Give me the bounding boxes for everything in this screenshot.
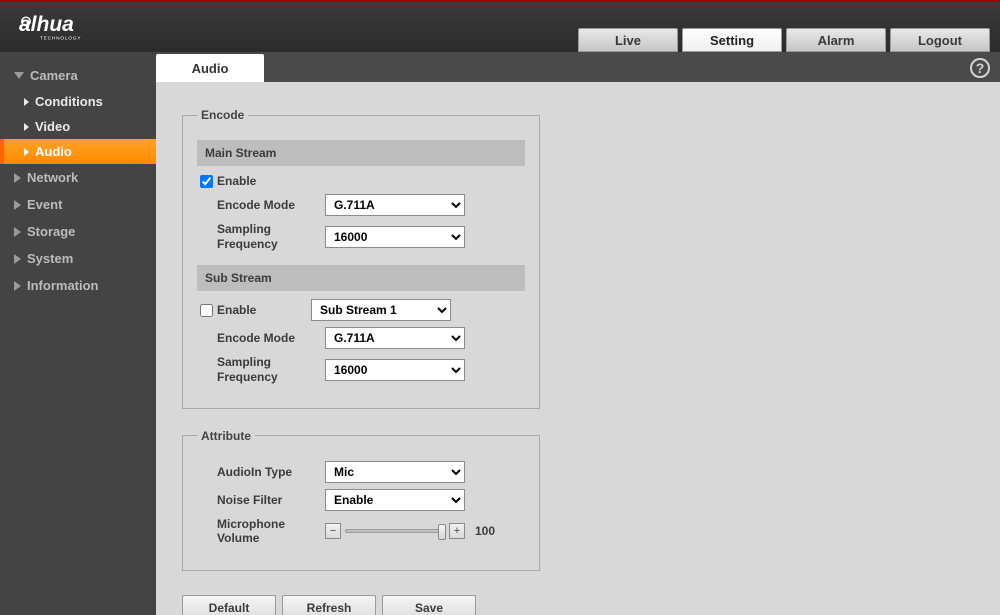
sidebar-label-storage: Storage	[27, 224, 75, 239]
main-mode-row: Encode Mode G.711A	[197, 194, 525, 216]
brand-logo: alhua TECHNOLOGY	[10, 13, 140, 41]
button-row: Default Refresh Save	[182, 595, 974, 615]
save-button[interactable]: Save	[382, 595, 476, 615]
volume-value: 100	[475, 524, 495, 538]
sub-mode-row: Encode Mode G.711A	[197, 327, 525, 349]
noise-row: Noise Filter Enable	[197, 489, 525, 511]
tabstrip: Audio ?	[156, 52, 1000, 82]
sidebar: Camera Conditions Video Audio Network Ev…	[0, 52, 156, 615]
sub-enable-checkbox[interactable]	[200, 304, 213, 317]
chevron-right-icon	[24, 148, 29, 156]
volume-row: Microphone Volume − + 100	[197, 517, 525, 546]
volume-track[interactable]	[345, 529, 445, 533]
tab-audio[interactable]: Audio	[156, 54, 264, 82]
main-enable-checkbox[interactable]	[200, 175, 213, 188]
chevron-right-icon	[14, 173, 21, 183]
volume-slider: − + 100	[325, 523, 525, 539]
main-enable-row: Enable	[197, 174, 525, 188]
main-freq-select[interactable]: 16000	[325, 226, 465, 248]
audioin-row: AudioIn Type Mic	[197, 461, 525, 483]
sub-freq-row: Sampling Frequency 16000	[197, 355, 525, 384]
sidebar-item-event[interactable]: Event	[0, 191, 156, 218]
main-mode-label: Encode Mode	[215, 198, 325, 212]
sidebar-label-system: System	[27, 251, 73, 266]
sidebar-label-video: Video	[35, 119, 70, 134]
sub-mode-select[interactable]: G.711A	[325, 327, 465, 349]
chevron-right-icon	[24, 98, 29, 106]
topbar: alhua TECHNOLOGY Live Setting Alarm Logo…	[0, 0, 1000, 52]
volume-thumb[interactable]	[438, 524, 446, 540]
help-icon[interactable]: ?	[970, 58, 990, 78]
sub-enable-label: Enable	[215, 303, 311, 317]
sub-freq-label: Sampling Frequency	[215, 355, 325, 384]
main-freq-row: Sampling Frequency 16000	[197, 222, 525, 251]
default-button[interactable]: Default	[182, 595, 276, 615]
sidebar-label-conditions: Conditions	[35, 94, 103, 109]
sidebar-item-system[interactable]: System	[0, 245, 156, 272]
content: Audio ? Encode Main Stream Enable Encode…	[156, 52, 1000, 615]
sub-freq-select[interactable]: 16000	[325, 359, 465, 381]
volume-label: Microphone Volume	[215, 517, 325, 546]
settings-panel: Encode Main Stream Enable Encode Mode G.…	[156, 82, 1000, 615]
chevron-right-icon	[14, 227, 21, 237]
main-stream-header: Main Stream	[197, 140, 525, 166]
topnav-logout[interactable]: Logout	[890, 28, 990, 52]
attribute-group: Attribute AudioIn Type Mic Noise Filter	[182, 429, 540, 571]
volume-plus-button[interactable]: +	[449, 523, 465, 539]
topnav-live[interactable]: Live	[578, 28, 678, 52]
refresh-button[interactable]: Refresh	[282, 595, 376, 615]
audioin-label: AudioIn Type	[215, 465, 325, 479]
encode-legend: Encode	[197, 108, 248, 122]
sidebar-item-camera[interactable]: Camera	[0, 62, 156, 89]
sidebar-label-event: Event	[27, 197, 62, 212]
topnav-setting[interactable]: Setting	[682, 28, 782, 52]
sidebar-item-video[interactable]: Video	[0, 114, 156, 139]
sub-stream-select[interactable]: Sub Stream 1	[311, 299, 451, 321]
encode-group: Encode Main Stream Enable Encode Mode G.…	[182, 108, 540, 409]
sidebar-label-network: Network	[27, 170, 78, 185]
main-freq-label: Sampling Frequency	[215, 222, 325, 251]
main-enable-label: Enable	[215, 174, 325, 188]
sidebar-item-information[interactable]: Information	[0, 272, 156, 299]
chevron-right-icon	[14, 254, 21, 264]
logo-icon: alhua TECHNOLOGY	[10, 13, 140, 41]
sidebar-item-storage[interactable]: Storage	[0, 218, 156, 245]
topnav-alarm[interactable]: Alarm	[786, 28, 886, 52]
main-mode-select[interactable]: G.711A	[325, 194, 465, 216]
chevron-down-icon	[14, 72, 24, 79]
sub-stream-header: Sub Stream	[197, 265, 525, 291]
attribute-legend: Attribute	[197, 429, 255, 443]
sidebar-item-conditions[interactable]: Conditions	[0, 89, 156, 114]
chevron-right-icon	[14, 200, 21, 210]
sidebar-label-audio: Audio	[35, 144, 72, 159]
chevron-right-icon	[24, 123, 29, 131]
audioin-select[interactable]: Mic	[325, 461, 465, 483]
volume-minus-button[interactable]: −	[325, 523, 341, 539]
svg-text:TECHNOLOGY: TECHNOLOGY	[40, 36, 81, 41]
sidebar-label-camera: Camera	[30, 68, 78, 83]
sub-enable-row: Enable Sub Stream 1	[197, 299, 525, 321]
sidebar-label-information: Information	[27, 278, 99, 293]
sidebar-item-network[interactable]: Network	[0, 164, 156, 191]
noise-select[interactable]: Enable	[325, 489, 465, 511]
sub-mode-label: Encode Mode	[215, 331, 325, 345]
topnav: Live Setting Alarm Logout	[578, 28, 990, 52]
sidebar-item-audio[interactable]: Audio	[0, 139, 156, 164]
noise-label: Noise Filter	[215, 493, 325, 507]
chevron-right-icon	[14, 281, 21, 291]
